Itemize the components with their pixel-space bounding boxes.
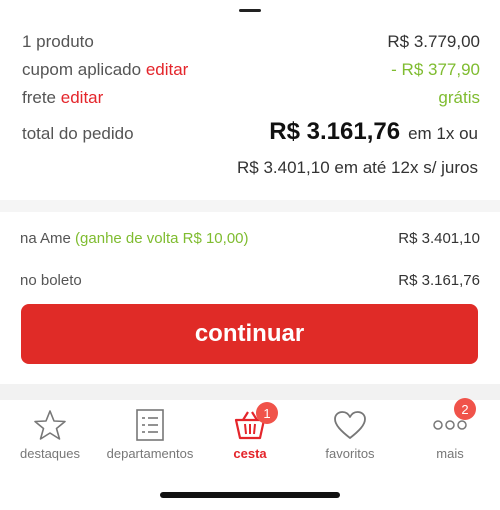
payment-boleto-row[interactable]: no boleto R$ 3.161,76 (20, 272, 480, 289)
tab-label: departamentos (106, 446, 194, 461)
product-label: 1 produto (22, 32, 94, 51)
payment-ame-row[interactable]: na Ame (ganhe de volta R$ 10,00) R$ 3.40… (20, 230, 480, 247)
home-indicator[interactable] (160, 492, 340, 498)
heart-icon (330, 408, 370, 442)
tab-label: favoritos (325, 446, 375, 461)
coupon-edit-link[interactable]: editar (146, 60, 189, 79)
product-row: 1 produto R$ 3.779,00 (22, 32, 480, 52)
bottom-tab-bar: destaques departamentos 1 cesta favorito… (0, 398, 500, 470)
coupon-row: cupom aplicado editar - R$ 377,90 (22, 60, 480, 80)
coupon-label: cupom aplicado (22, 60, 142, 79)
shipping-row: frete editar grátis (22, 88, 480, 108)
more-icon: 2 (430, 398, 476, 442)
tab-destaques[interactable]: destaques (0, 400, 100, 470)
boleto-label: no boleto (20, 272, 82, 289)
section-divider (0, 200, 500, 212)
shipping-label-group: frete editar (22, 88, 103, 108)
ame-price: R$ 3.401,10 (398, 230, 480, 247)
basket-icon: 1 (230, 402, 278, 442)
shipping-label: frete (22, 88, 57, 107)
coupon-value: - R$ 377,90 (391, 60, 480, 79)
installments-text: R$ 3.401,10 em até 12x s/ juros (237, 158, 478, 177)
list-icon (130, 408, 170, 442)
more-count-badge: 2 (454, 398, 476, 420)
star-icon (30, 408, 70, 442)
shipping-edit-link[interactable]: editar (61, 88, 104, 107)
total-value: R$ 3.161,76 (269, 118, 401, 145)
order-summary: 1 produto R$ 3.779,00 cupom aplicado edi… (0, 0, 500, 200)
tab-label: destaques (20, 446, 80, 461)
ame-label: na Ame (20, 230, 71, 247)
tab-favoritos[interactable]: favoritos (300, 400, 400, 470)
tabbar-separator (0, 384, 500, 400)
total-amount-group: R$ 3.161,76 em 1x ou (269, 118, 478, 146)
tab-label: cesta (233, 446, 267, 461)
shipping-value: grátis (438, 88, 480, 107)
total-row: total do pedido R$ 3.161,76 em 1x ou (22, 118, 478, 146)
continue-button[interactable]: continuar (21, 304, 478, 364)
total-label: total do pedido (22, 124, 134, 143)
tab-cesta[interactable]: 1 cesta (200, 400, 300, 470)
ame-label-group: na Ame (ganhe de volta R$ 10,00) (20, 230, 249, 247)
boleto-price: R$ 3.161,76 (398, 272, 480, 289)
total-suffix: em 1x ou (408, 124, 478, 143)
coupon-label-group: cupom aplicado editar (22, 60, 188, 80)
tab-label: mais (436, 446, 464, 461)
installments-row: R$ 3.401,10 em até 12x s/ juros (22, 158, 478, 178)
tab-mais[interactable]: 2 mais (400, 398, 500, 470)
cart-count-badge: 1 (256, 402, 278, 424)
product-value: R$ 3.779,00 (387, 32, 480, 51)
ame-cashback: (ganhe de volta R$ 10,00) (75, 230, 249, 247)
tab-departamentos[interactable]: departamentos (100, 400, 200, 470)
